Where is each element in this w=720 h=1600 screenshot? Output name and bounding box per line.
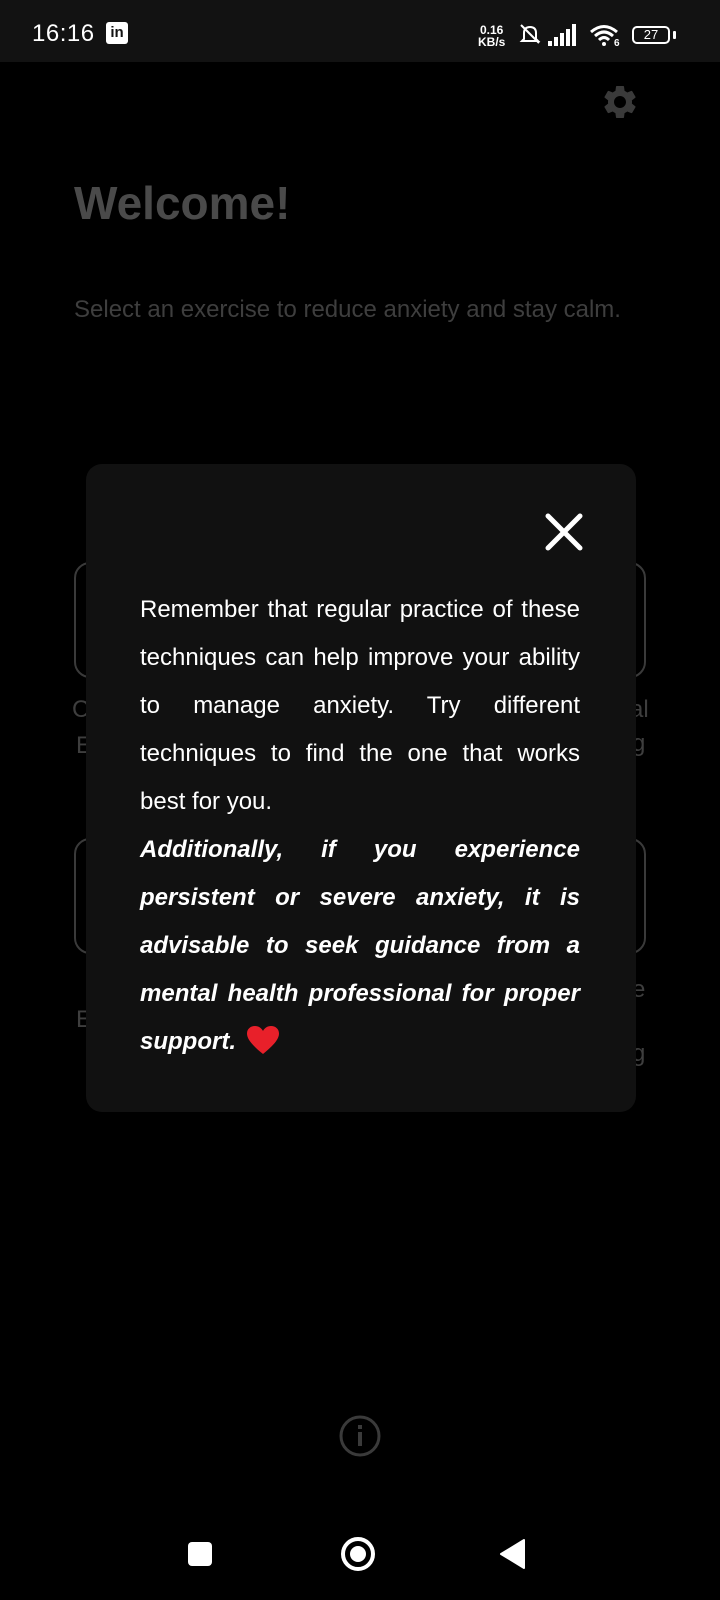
heart-icon <box>247 1026 279 1054</box>
dialog-advice: Additionally, if you experience persiste… <box>140 826 580 1066</box>
dialog-advice-text: Additionally, if you experience persiste… <box>140 836 580 1055</box>
triangle-back-icon[interactable] <box>498 1538 528 1570</box>
close-icon[interactable] <box>542 510 586 554</box>
page-title: Welcome! <box>74 177 291 229</box>
circle-icon[interactable] <box>338 1534 378 1574</box>
dialog-message: Remember that regular practice of these … <box>140 586 580 1066</box>
network-speed-unit: KB/s <box>478 35 506 49</box>
status-bar: 16:16 in 0.16 KB/s 6 27 <box>0 0 720 62</box>
mute-bell-icon <box>519 24 541 44</box>
battery-tip <box>673 31 676 39</box>
system-nav-bar <box>0 1510 720 1600</box>
square-icon[interactable] <box>186 1540 214 1568</box>
tips-dialog: Remember that regular practice of these … <box>86 464 636 1112</box>
network-speed: 0.16 KB/s <box>478 24 505 48</box>
gear-icon[interactable] <box>600 82 640 122</box>
dialog-paragraph: Remember that regular practice of these … <box>140 596 580 815</box>
wifi-badge: 6 <box>614 38 620 49</box>
status-time: 16:16 <box>32 20 95 47</box>
signal-icon <box>548 24 576 46</box>
battery-indicator: 27 <box>632 26 670 44</box>
info-icon[interactable] <box>338 1414 382 1458</box>
page-subtitle: Select an exercise to reduce anxiety and… <box>74 296 621 323</box>
linkedin-icon: in <box>106 22 128 44</box>
